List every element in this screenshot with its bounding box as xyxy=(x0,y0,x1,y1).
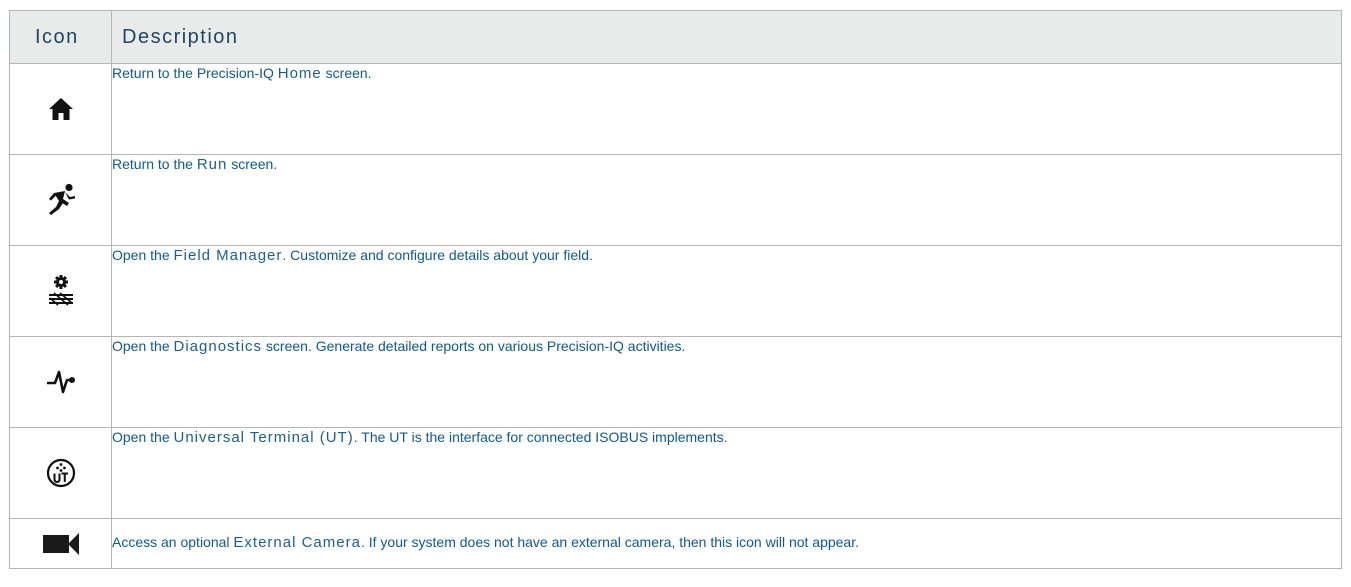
run-icon xyxy=(10,183,111,217)
field-manager-icon xyxy=(10,274,111,308)
icon-cell xyxy=(9,63,112,155)
table-row: Open the Field Manager. Customize and co… xyxy=(9,245,1342,337)
universal-terminal-icon xyxy=(10,458,111,488)
description-cell: Access an optional External Camera. If y… xyxy=(111,518,1342,569)
ui-term: Home xyxy=(277,65,322,82)
description-cell: Open the Diagnostics screen. Generate de… xyxy=(111,336,1342,428)
description-text: screen. Generate detailed reports on var… xyxy=(262,338,686,354)
table-row: Access an optional External Camera. If y… xyxy=(9,518,1342,569)
icon-reference-table: Icon Description Return to the Precision… xyxy=(9,10,1342,569)
description-text: Open the xyxy=(112,247,174,263)
table-row: Open the Universal Terminal (UT). The UT… xyxy=(9,427,1342,519)
description-text: Open the xyxy=(112,429,174,445)
description-cell: Open the Field Manager. Customize and co… xyxy=(111,245,1342,337)
ui-term: Diagnostics xyxy=(173,338,263,355)
ui-term: Universal Terminal (UT) xyxy=(173,429,354,446)
column-header-description: Description xyxy=(111,10,1342,64)
icon-cell xyxy=(9,427,112,519)
description-cell: Return to the Run screen. xyxy=(111,154,1342,246)
description-text: Access an optional xyxy=(112,534,234,550)
diagnostics-icon xyxy=(10,369,111,395)
ui-term: Run xyxy=(196,156,228,173)
description-text: Open the xyxy=(112,338,174,354)
description-text: screen. xyxy=(321,65,372,81)
description-text: . The UT is the interface for connected … xyxy=(353,429,728,445)
description-text: screen. xyxy=(227,156,278,172)
description-cell: Return to the Precision-IQ Home screen. xyxy=(111,63,1342,155)
home-icon xyxy=(10,97,111,121)
external-camera-icon xyxy=(42,532,79,555)
table-row: Return to the Precision-IQ Home screen. xyxy=(9,63,1342,155)
description-cell: Open the Universal Terminal (UT). The UT… xyxy=(111,427,1342,519)
table-row: Return to the Run screen. xyxy=(9,154,1342,246)
description-text: . Customize and configure details about … xyxy=(282,247,593,263)
ui-term: External Camera xyxy=(233,534,361,551)
description-text: Return to the Precision-IQ xyxy=(112,65,278,81)
icon-cell xyxy=(9,336,112,428)
header-row: Icon Description xyxy=(9,10,1342,64)
icon-cell xyxy=(9,518,112,569)
ui-term: Field Manager xyxy=(173,247,283,264)
icon-cell xyxy=(9,154,112,246)
description-text: . If your system does not have an extern… xyxy=(360,534,859,550)
table-row: Open the Diagnostics screen. Generate de… xyxy=(9,336,1342,428)
description-text: Return to the xyxy=(112,156,197,172)
column-header-icon: Icon xyxy=(9,10,112,64)
icon-cell xyxy=(9,245,112,337)
